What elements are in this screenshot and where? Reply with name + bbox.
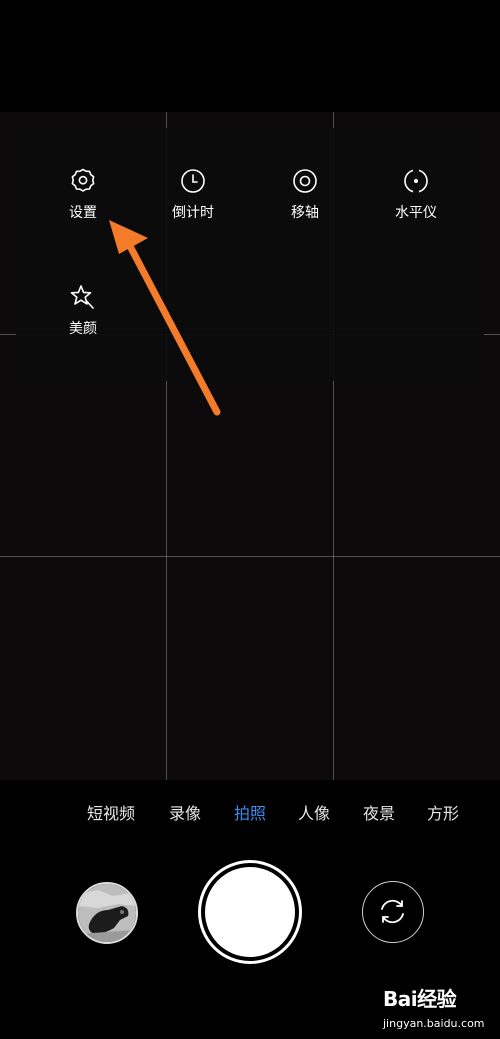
settings-button[interactable]: 设置 bbox=[33, 166, 133, 222]
beauty-star-icon bbox=[70, 285, 94, 309]
shutter-button[interactable] bbox=[205, 867, 295, 957]
quick-settings-panel: 设置 倒计时 移轴 水平仪 美颜 bbox=[16, 128, 484, 381]
switch-camera-button[interactable] bbox=[362, 881, 424, 943]
tilt-shift-label: 移轴 bbox=[291, 205, 319, 221]
mode-short-video[interactable]: 短视频 bbox=[87, 800, 135, 824]
watermark: Bai经验 jingyan.baidu.com bbox=[383, 983, 495, 1033]
mode-square[interactable]: 方形 bbox=[427, 800, 459, 824]
mode-selector[interactable]: 短视频 录像 拍照 人像 夜景 方形 bbox=[0, 800, 500, 826]
watermark-logo: Bai经验 bbox=[383, 987, 457, 1011]
mode-night[interactable]: 夜景 bbox=[363, 800, 395, 824]
timer-icon bbox=[181, 169, 205, 193]
watermark-url: jingyan.baidu.com bbox=[383, 1017, 485, 1030]
beauty-label: 美颜 bbox=[69, 321, 97, 337]
mode-video[interactable]: 录像 bbox=[169, 800, 201, 824]
tilt-shift-icon bbox=[293, 169, 317, 193]
level-button[interactable]: 水平仪 bbox=[366, 166, 466, 222]
switch-camera-icon bbox=[381, 899, 404, 924]
level-label: 水平仪 bbox=[395, 205, 437, 221]
mode-photo[interactable]: 拍照 bbox=[234, 800, 266, 824]
settings-label: 设置 bbox=[69, 205, 97, 221]
timer-button[interactable]: 倒计时 bbox=[143, 166, 243, 222]
thumbnail-image bbox=[78, 884, 136, 942]
beauty-button[interactable]: 美颜 bbox=[33, 282, 133, 338]
level-icon bbox=[404, 168, 428, 194]
timer-label: 倒计时 bbox=[172, 205, 214, 221]
tilt-shift-button[interactable]: 移轴 bbox=[255, 166, 355, 222]
gallery-thumbnail[interactable] bbox=[76, 882, 138, 944]
mode-portrait[interactable]: 人像 bbox=[298, 800, 330, 824]
top-status-area bbox=[0, 0, 500, 112]
grid-line bbox=[0, 556, 500, 557]
gear-icon bbox=[71, 168, 95, 192]
